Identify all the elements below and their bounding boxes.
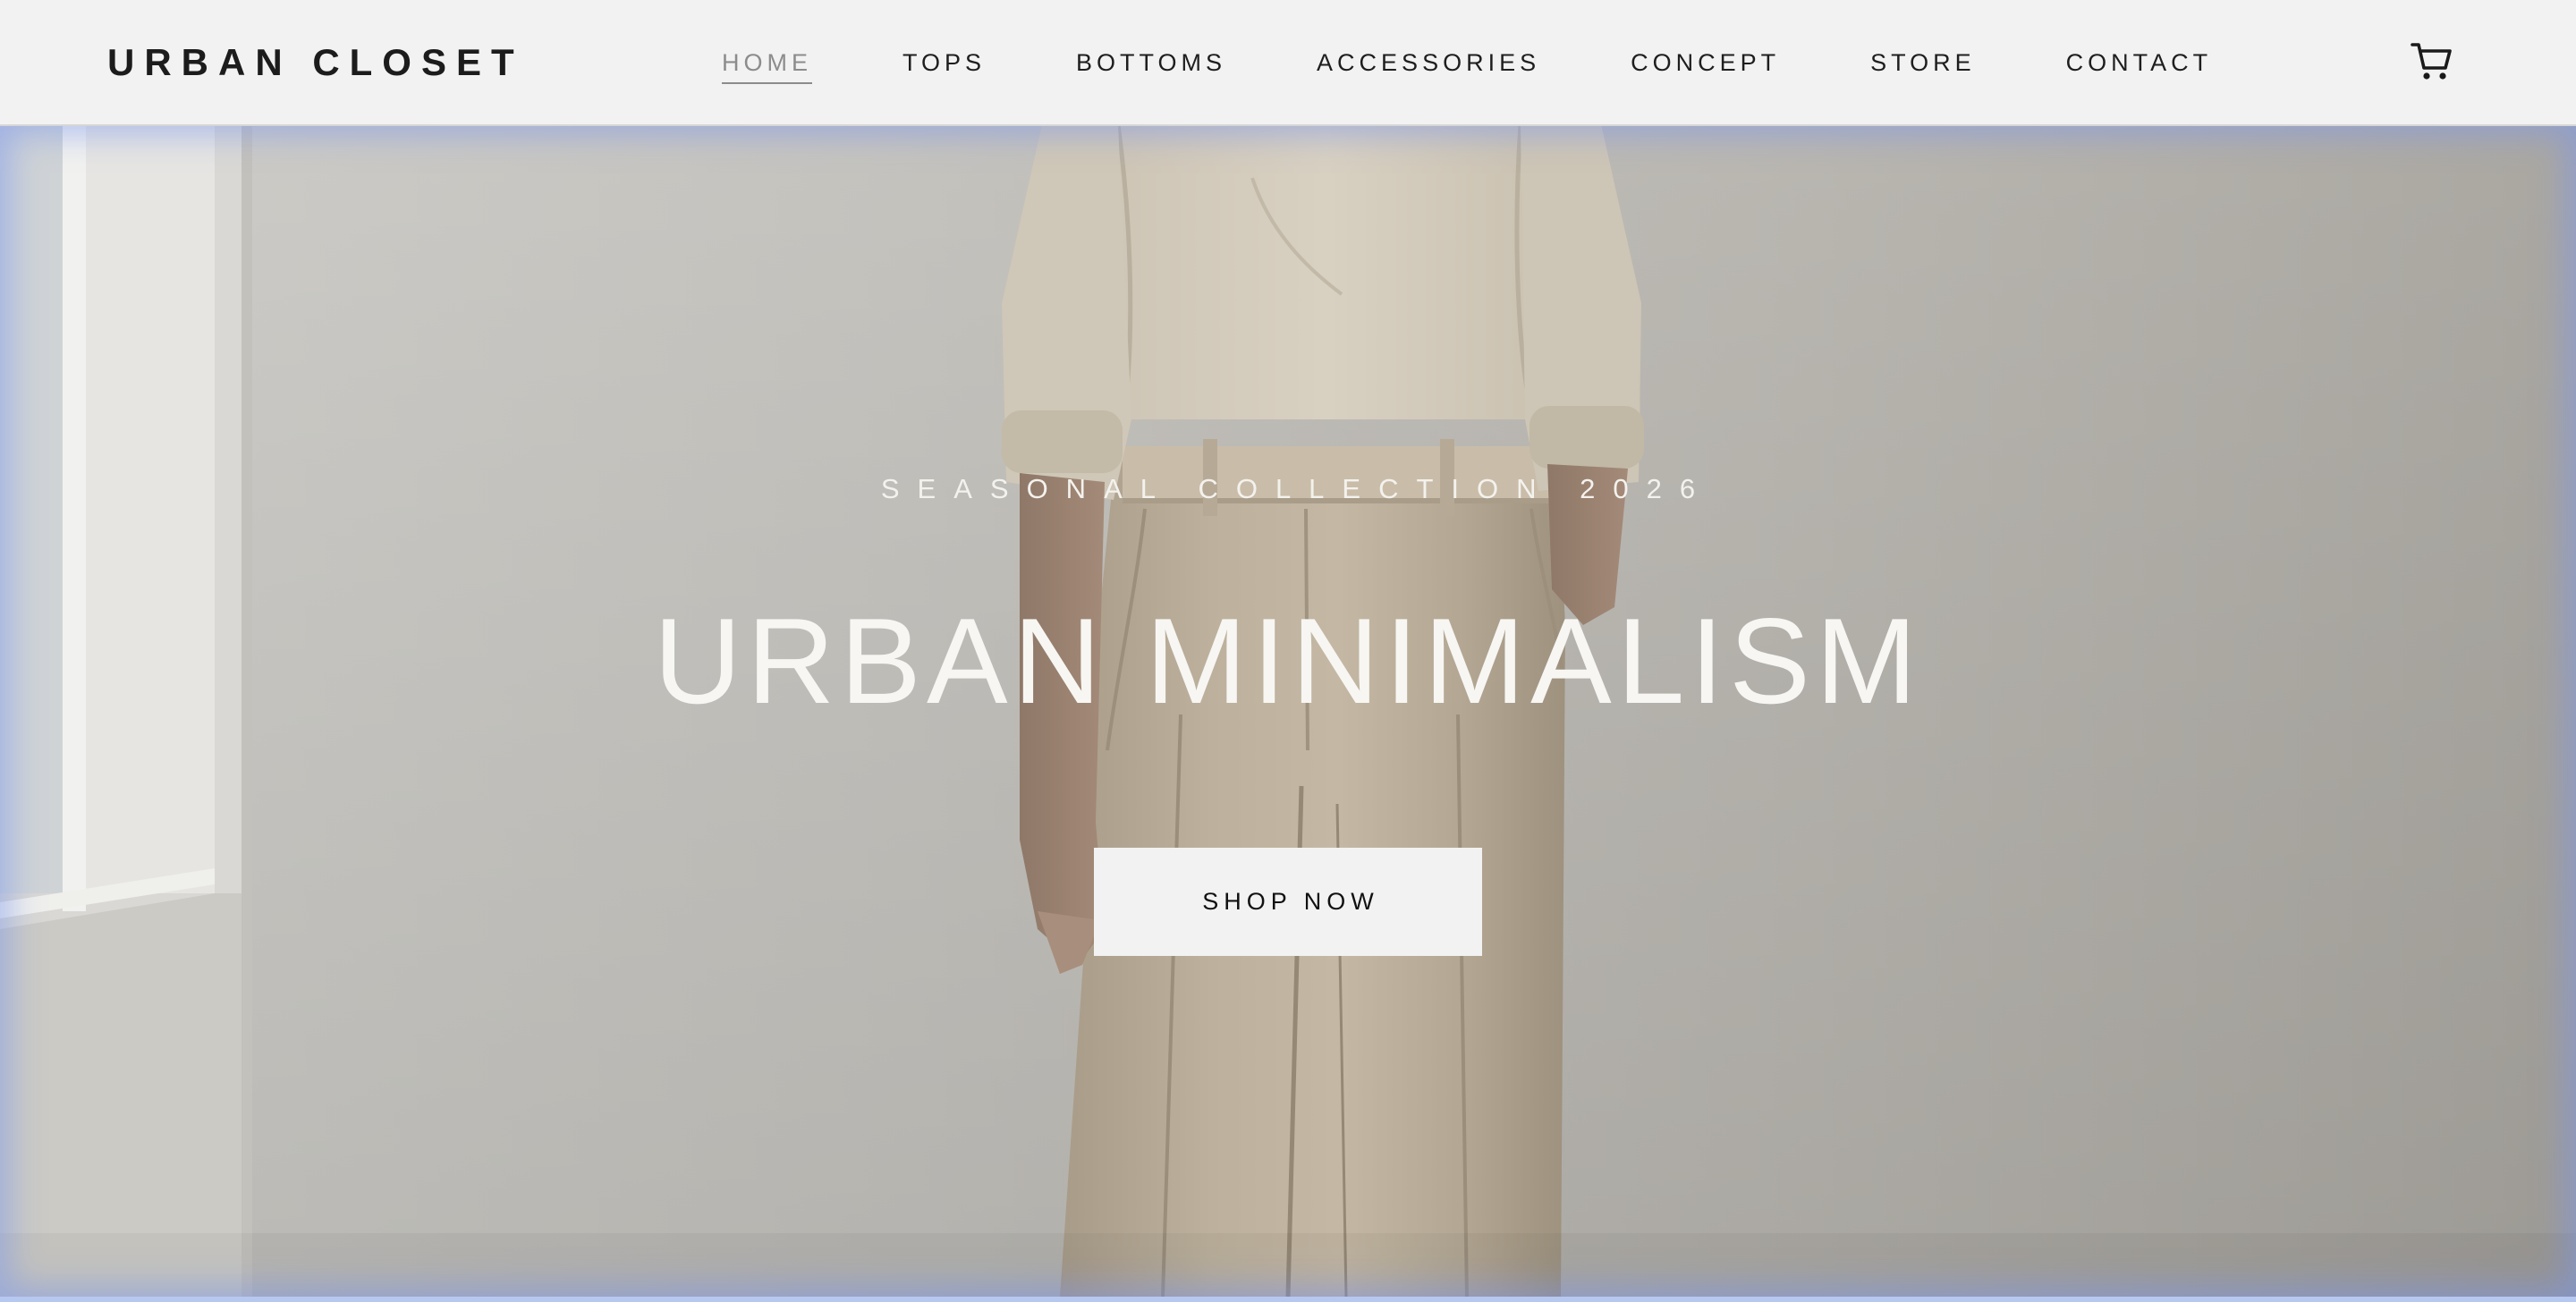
nav-item-contact[interactable]: CONTACT [2066,46,2213,82]
brand-logo[interactable]: URBAN CLOSET [107,39,524,86]
nav-item-home[interactable]: HOME [722,46,812,84]
main-nav: HOME TOPS BOTTOMS ACCESSORIES CONCEPT ST… [722,46,2212,86]
nav-item-concept[interactable]: CONCEPT [1631,46,1780,82]
nav-item-accessories[interactable]: ACCESSORIES [1317,46,1540,82]
nav-item-bottoms[interactable]: BOTTOMS [1076,46,1226,82]
bottom-edge [0,1297,2576,1302]
hero-section: SEASONAL COLLECTION 2026 URBAN MINIMALIS… [0,124,2576,1297]
nav-item-tops[interactable]: TOPS [902,46,986,82]
site-header: URBAN CLOSET HOME TOPS BOTTOMS ACCESSORI… [0,0,2576,126]
hero-title: URBAN MINIMALISM [653,593,1923,729]
shop-now-button[interactable]: SHOP NOW [1094,848,1482,956]
page: URBAN CLOSET HOME TOPS BOTTOMS ACCESSORI… [0,0,2576,1302]
cart-button[interactable] [2406,36,2458,88]
shopping-cart-icon [2411,43,2452,80]
nav-item-store[interactable]: STORE [1870,46,1976,82]
hero-eyebrow: SEASONAL COLLECTION 2026 [880,473,1714,504]
